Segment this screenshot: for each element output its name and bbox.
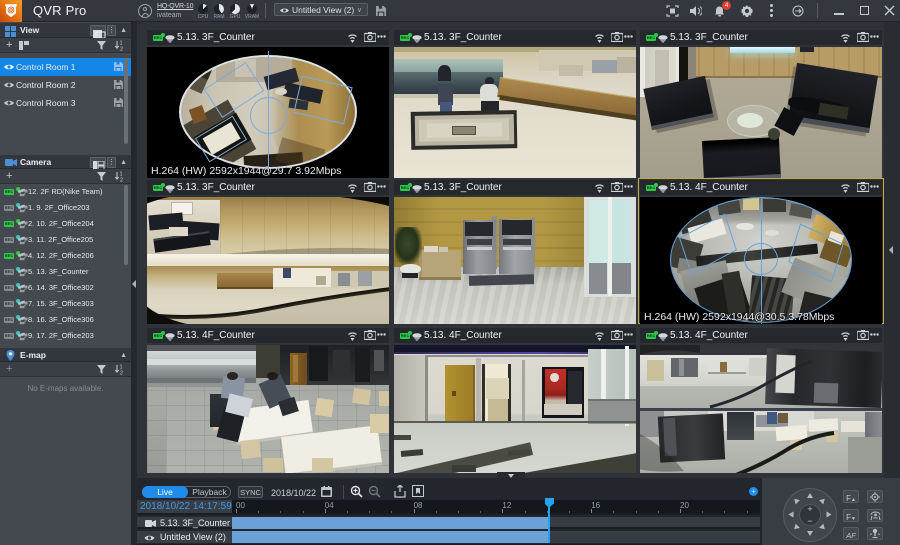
svg-text:2: 2 xyxy=(120,47,123,52)
svg-text:2: 2 xyxy=(120,371,123,376)
svg-text:2: 2 xyxy=(120,178,123,183)
